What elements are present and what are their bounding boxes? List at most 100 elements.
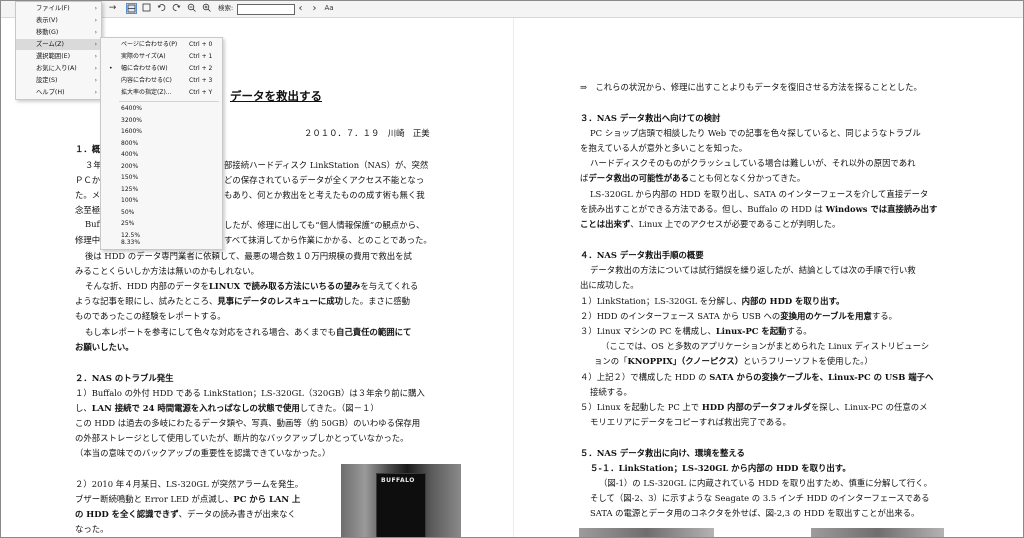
section-heading: １．概 bbox=[75, 144, 101, 154]
text-line: すべて抹消してから作業にかかる、とのことであった。 bbox=[224, 235, 432, 245]
text-line: ような記事を眼にし、試みたところ、見事にデータのレスキューに成功した。まさに感動 bbox=[75, 296, 410, 306]
fit-width-icon[interactable] bbox=[126, 3, 137, 14]
submenu-arrow-icon: › bbox=[94, 29, 97, 36]
shortcut-label: Ctrl + 1 bbox=[189, 53, 213, 60]
submenu-arrow-icon: › bbox=[94, 77, 97, 84]
text-line: を抱えている人が意外と多いことを知った。 bbox=[580, 143, 748, 153]
zoom-fit-width[interactable]: • 幅に合わせる(W) Ctrl + 2 bbox=[101, 63, 222, 74]
text-line: データ救出の方法については試行錯誤を繰り返したが、結論としては次の手順で行い救 bbox=[590, 265, 916, 275]
menu-item-file[interactable]: ファイル(F) › bbox=[16, 3, 101, 14]
zoom-level-item[interactable]: 200% bbox=[101, 161, 222, 172]
submenu-arrow-icon: › bbox=[94, 53, 97, 60]
zoom-level-label: 50% bbox=[121, 208, 135, 216]
section-heading: ４．NAS データ救出手順の概要 bbox=[580, 250, 704, 260]
zoom-custom[interactable]: 拡大率の指定(Z)... Ctrl + Y bbox=[101, 87, 222, 98]
text-line: そんな折、HDD 内部のデータをLINUX で読み取る方法にいちるの望みを与えて… bbox=[85, 281, 419, 291]
shortcut-label: Ctrl + 2 bbox=[189, 65, 213, 72]
section-heading: ３．NAS データ救出へ向けての検討 bbox=[580, 113, 721, 123]
text-line: モリエリアにデータをコピーすれば救出完了である。 bbox=[590, 417, 791, 427]
doc-title: データを救出する bbox=[230, 89, 322, 103]
text-line: なった。 bbox=[75, 524, 109, 534]
search-input[interactable] bbox=[237, 4, 295, 15]
menu-item-settings[interactable]: 設定(S) › bbox=[16, 75, 101, 86]
menu-item-selection[interactable]: 選択範囲(E) › bbox=[16, 51, 101, 62]
main-menu: ファイル(F) › 表示(V) › 移動(G) › ズーム(Z) › 選択範囲(E) › … bbox=[15, 1, 102, 100]
menu-item-help[interactable]: ヘルプ(H) › bbox=[16, 87, 101, 98]
zoom-fit-content[interactable]: 内容に合わせる(C) Ctrl + 3 bbox=[101, 75, 222, 86]
zoom-in-icon[interactable] bbox=[201, 3, 212, 14]
shortcut-label: Ctrl + 3 bbox=[189, 77, 213, 84]
section-heading: ５．NAS データ救出に向け、環境を整える bbox=[580, 448, 745, 458]
pdf-viewer-window: → 検索: ‹ › Aa データを救出する ２０１０．７．１９ 川崎 正美 １．… bbox=[0, 0, 1024, 538]
text-line: ばデータ救出の可能性があることも何となく分かってきた。 bbox=[580, 173, 806, 183]
text-line: ハードディスクそのものがクラッシュしている場合は難しいが、それ以外の原因であれ bbox=[590, 158, 916, 168]
submenu-item-label: 実際のサイズ(A) bbox=[121, 53, 166, 60]
search-prev-icon[interactable]: ‹ bbox=[295, 3, 306, 14]
rotate-left-icon[interactable] bbox=[156, 3, 167, 14]
zoom-level-item[interactable]: 25% bbox=[101, 218, 222, 229]
text-line: ⇒ これらの状況から、修理に出すことよりもデータを復旧させる方法を探ることとした… bbox=[580, 82, 922, 92]
text-line: ブザー断続鳴動と Error LED が点滅し、PC から LAN 上 bbox=[75, 494, 301, 504]
toolbar: → 検索: ‹ › Aa bbox=[1, 1, 1023, 18]
submenu-item-label: ページに合わせる(P) bbox=[121, 41, 178, 48]
menu-item-label: 設定(S) bbox=[36, 77, 58, 84]
text-line: ョンの「KNOPPIX」（クノーピクス）というフリーソフトを使用した。） bbox=[594, 356, 873, 366]
submenu-arrow-icon: › bbox=[94, 17, 97, 24]
text-line: PC ショップ店頭で相談したり Web での記事を色々探していると、同じようなト… bbox=[590, 128, 921, 138]
text-line: そして（図-2、3）に示すような Seagate の 3.5 インチ HDD の… bbox=[590, 493, 930, 503]
fit-page-icon[interactable] bbox=[141, 3, 152, 14]
menu-separator bbox=[119, 101, 219, 102]
forward-arrow-icon[interactable]: → bbox=[107, 3, 118, 14]
text-line: 後は HDD のデータ専門業者に依頼して、最悪の場合数１０万円規模の費用で救出を… bbox=[85, 251, 412, 261]
submenu-item-label: 幅に合わせる(W) bbox=[121, 65, 168, 72]
zoom-submenu: ページに合わせる(P) Ctrl + 0 実際のサイズ(A) Ctrl + 1 • 幅… bbox=[100, 37, 223, 250]
text-line: （本当の意味でのバックアップの重要性を認識できていなかった。） bbox=[75, 448, 331, 458]
text-line: ３）Linux マシンの PC を構成し、Linux-PC を起動する。 bbox=[580, 326, 812, 336]
zoom-level-label: 150% bbox=[121, 174, 139, 181]
text-line: 部接続ハードディスク LinkStation（NAS）が、突然 bbox=[224, 160, 429, 170]
text-line: １）Buffalo の外付 HDD である LinkStation；LS-320… bbox=[75, 388, 425, 398]
zoom-level-item[interactable]: 125% bbox=[101, 184, 222, 195]
text-line: 接続する。 bbox=[590, 387, 632, 397]
text-line: （ここでは、OS と多数のアプリケーションがまとめられた Linux ディストリ… bbox=[601, 341, 930, 351]
check-icon: • bbox=[109, 65, 113, 72]
rotate-right-icon[interactable] bbox=[171, 3, 182, 14]
zoom-level-label: 800% bbox=[121, 139, 139, 147]
menu-item-label: ファイル(F) bbox=[36, 5, 70, 12]
menu-item-favorites[interactable]: お気に入り(A) › bbox=[16, 63, 101, 74]
text-line: SATA の電源とデータ用のコネクタを外せば、図-2,3 の HDD を取出すこ… bbox=[590, 508, 920, 518]
search-next-icon[interactable]: › bbox=[309, 3, 320, 14]
zoom-level-label: 400% bbox=[121, 151, 139, 158]
zoom-level-item[interactable]: 800% bbox=[101, 138, 222, 149]
zoom-level-item[interactable]: 100% bbox=[101, 195, 222, 206]
zoom-level-label: 6400% bbox=[121, 105, 142, 112]
menu-item-view[interactable]: 表示(V) › bbox=[16, 15, 101, 26]
text-line: ２）2010 年４月某日、LS-320GL が突然アラームを発生。 bbox=[75, 479, 304, 489]
zoom-level-item[interactable]: 3200% bbox=[101, 115, 222, 126]
submenu-arrow-icon: › bbox=[94, 5, 97, 12]
match-case-icon[interactable]: Aa bbox=[323, 3, 335, 14]
menu-item-label: 移動(G) bbox=[36, 29, 59, 36]
zoom-level-item[interactable]: 1600% bbox=[101, 126, 222, 137]
menu-item-zoom[interactable]: ズーム(Z) › bbox=[16, 39, 101, 50]
zoom-level-label: 8.33% bbox=[121, 239, 141, 246]
search-label: 検索: bbox=[218, 4, 234, 12]
text-line: １）LinkStation；LS-320GL を分解し、内部の HDD を取り出… bbox=[580, 296, 845, 306]
menu-item-label: 選択範囲(E) bbox=[36, 53, 71, 60]
text-line: ２）HDD のインターフェース SATA から USB への変換用のケーブルを用… bbox=[580, 311, 897, 321]
text-line: の外部ストレージとして使用していたが、断片的なバックアップしかとっていなかった。 bbox=[75, 433, 409, 443]
zoom-out-icon[interactable] bbox=[186, 3, 197, 14]
zoom-level-item[interactable]: 400% bbox=[101, 149, 222, 160]
text-line: LS-320GL から内部の HDD を取り出し、SATA のインターフェースを… bbox=[590, 189, 929, 199]
text-line: （図-1）の LS-320GL に内蔵されている HDD を取り出すため、慎重に… bbox=[599, 478, 932, 488]
zoom-level-item[interactable]: 8.33% bbox=[101, 237, 222, 248]
text-line: ５）Linux を起動した PC 上で HDD 内部のデータフォルダを探し、Li… bbox=[580, 402, 928, 412]
zoom-level-item[interactable]: 150% bbox=[101, 172, 222, 183]
text-line: もし本レポートを参考にして色々な対応をされる場合、あくまでも自己責任の範囲にて bbox=[85, 327, 412, 337]
zoom-actual-size[interactable]: 実際のサイズ(A) Ctrl + 1 bbox=[101, 51, 222, 62]
zoom-level-item[interactable]: 50% bbox=[101, 207, 222, 218]
menu-item-go[interactable]: 移動(G) › bbox=[16, 27, 101, 38]
zoom-level-item[interactable]: 6400% bbox=[101, 103, 222, 114]
zoom-fit-page[interactable]: ページに合わせる(P) Ctrl + 0 bbox=[101, 39, 222, 50]
hdd-photo-1 bbox=[579, 528, 714, 537]
